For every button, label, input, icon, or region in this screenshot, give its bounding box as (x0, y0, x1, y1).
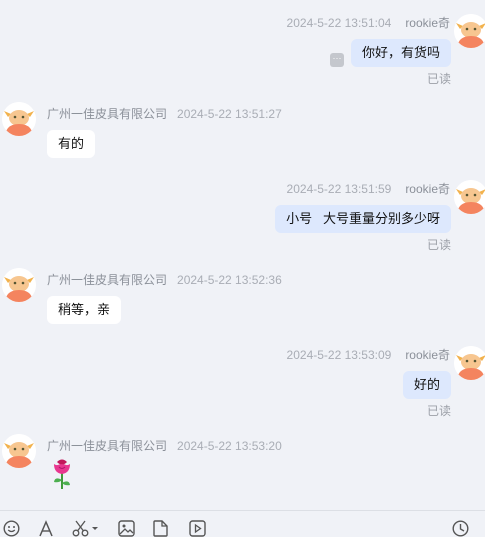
cow-avatar-icon (2, 434, 36, 468)
message-time: 2024-5-22 13:53:20 (177, 439, 282, 453)
avatar[interactable] (454, 14, 485, 48)
message-meta: 广州一佳皮具有限公司 2024-5-22 13:53:20 (47, 437, 282, 454)
sender-name: rookie奇 (405, 348, 450, 362)
message-bubble[interactable]: 稍等，亲 (47, 296, 122, 324)
sender-name: rookie奇 (405, 182, 450, 196)
sender-name: 广州一佳皮具有限公司 (47, 439, 168, 453)
image-icon[interactable] (118, 520, 135, 537)
avatar[interactable] (454, 346, 485, 380)
cow-avatar-icon (2, 268, 36, 302)
message-time: 2024-5-22 13:52:36 (177, 273, 282, 287)
video-icon[interactable] (189, 520, 206, 537)
emoji-icon[interactable] (3, 520, 20, 537)
file-icon[interactable] (152, 520, 169, 537)
cow-avatar-icon (454, 346, 485, 380)
history-icon[interactable] (452, 520, 469, 537)
chat-message-list: 2024-5-22 13:51:04 rookie奇 ··· 你好，有货吗 已读 (0, 0, 485, 510)
message-bubble[interactable]: 好的 (402, 371, 451, 399)
input-toolbar (0, 510, 485, 537)
message-time: 2024-5-22 13:53:09 (286, 348, 392, 362)
message-time: 2024-5-22 13:51:59 (286, 182, 392, 196)
more-options-icon[interactable]: ··· (330, 53, 344, 67)
rose-icon[interactable] (50, 456, 74, 495)
sender-name: 广州一佳皮具有限公司 (47, 107, 168, 121)
message-meta: 广州一佳皮具有限公司 2024-5-22 13:52:36 (47, 271, 282, 288)
message-bubble[interactable]: 你好，有货吗 (350, 39, 451, 67)
read-status: 已读 (426, 238, 451, 252)
cow-avatar-icon (454, 14, 485, 48)
message-meta: 2024-5-22 13:51:59 rookie奇 (287, 180, 450, 197)
sender-name: 广州一佳皮具有限公司 (47, 273, 168, 287)
message-bubble[interactable]: 有的 (47, 130, 96, 158)
read-status: 已读 (426, 404, 451, 418)
message-meta: 广州一佳皮具有限公司 2024-5-22 13:51:27 (47, 105, 282, 122)
message-meta: 2024-5-22 13:53:09 rookie奇 (287, 346, 450, 363)
font-icon[interactable] (38, 520, 54, 537)
avatar[interactable] (454, 180, 485, 214)
message-time: 2024-5-22 13:51:27 (177, 107, 282, 121)
message-bubble[interactable]: 小号 大号重量分别多少呀 (275, 205, 451, 233)
message-time: 2024-5-22 13:51:04 (286, 16, 392, 30)
message-meta: 2024-5-22 13:51:04 rookie奇 (287, 14, 450, 31)
avatar[interactable] (2, 102, 36, 136)
scissors-icon[interactable] (72, 520, 100, 537)
sender-name: rookie奇 (405, 16, 450, 30)
cow-avatar-icon (2, 102, 36, 136)
avatar[interactable] (2, 434, 36, 468)
read-status: 已读 (426, 72, 451, 86)
cow-avatar-icon (454, 180, 485, 214)
avatar[interactable] (2, 268, 36, 302)
